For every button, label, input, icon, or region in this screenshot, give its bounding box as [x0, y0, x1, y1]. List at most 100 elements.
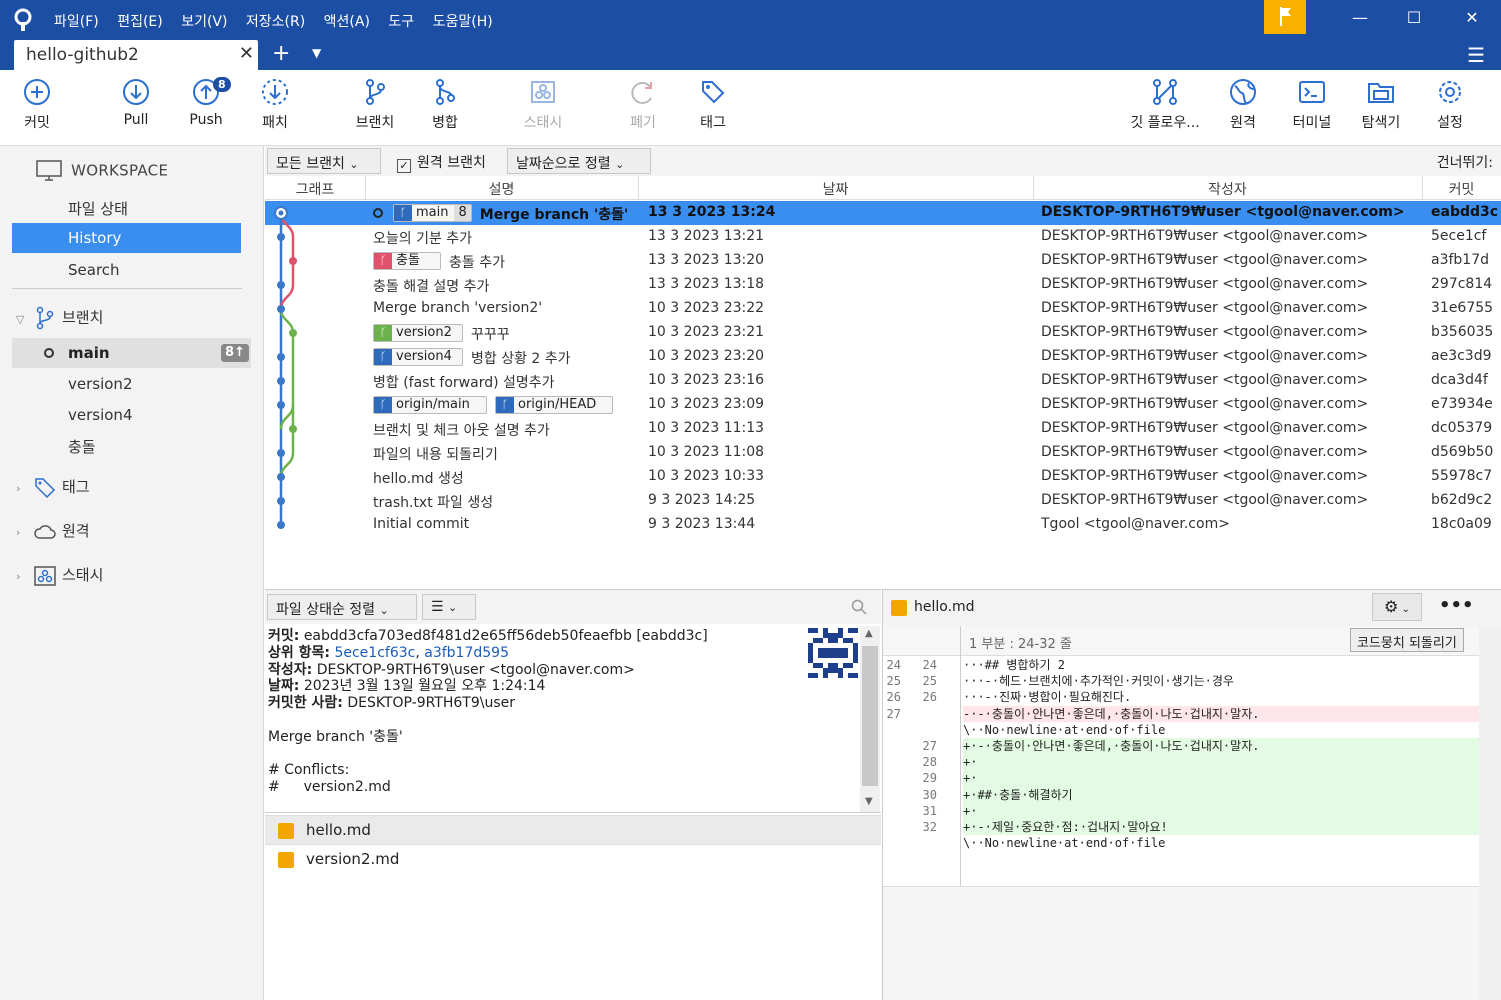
commit-row[interactable]: ᚴ origin/main ᚴ origin/HEAD 10 3 2023 23:09… — [265, 393, 1501, 417]
pull-button[interactable]: Pull — [101, 78, 171, 128]
branch-button[interactable]: 브랜치 — [340, 78, 410, 132]
graph-node — [277, 449, 285, 457]
menu-file[interactable]: 파일(F) — [54, 14, 99, 30]
details-scrollbar[interactable]: ▲ ▼ — [860, 626, 880, 812]
sidebar-branch-main[interactable]: main 8↑ — [12, 338, 251, 368]
tab-list-chevron-icon[interactable]: ▼ — [312, 46, 321, 60]
explorer-button[interactable]: 탐색기 — [1346, 78, 1416, 132]
commit-description: Initial commit — [373, 516, 470, 532]
new-line-number: 25 — [922, 674, 937, 689]
all-branches-dropdown[interactable]: 모든 브랜치 ⌄ — [267, 148, 381, 174]
tag-label: 태그 — [700, 115, 726, 131]
col-description[interactable]: 설명 — [365, 179, 638, 199]
terminal-button[interactable]: 터미널 — [1277, 78, 1347, 132]
col-commit[interactable]: 커밋 — [1422, 179, 1501, 199]
commit-button[interactable]: 커밋 — [2, 78, 72, 132]
sidebar-branch-version4[interactable]: version4 — [68, 406, 132, 424]
close-window-icon[interactable]: ✕ — [1462, 8, 1482, 27]
diff-line-added: 28 +· — [883, 754, 1479, 771]
file-row[interactable]: version2.md — [265, 845, 881, 875]
commit-row[interactable]: Merge branch 'version2' 10 3 2023 23:22 … — [265, 297, 1501, 321]
hamburger-menu-icon[interactable]: ☰ — [1467, 43, 1485, 67]
parent-link[interactable]: 5ece1cf63c — [334, 645, 415, 661]
title-bar: 파일(F) 편집(E) 보기(V) 저장소(R) 액션(A) 도구 도움말(H)… — [0, 0, 1501, 40]
date-label: 날짜: — [268, 678, 300, 695]
commit-row[interactable]: 충돌 해결 설명 추가 13 3 2023 13:18 DESKTOP-9RTH… — [265, 273, 1501, 297]
menu-repository[interactable]: 저장소(R) — [246, 14, 305, 30]
commit-row[interactable]: ᚴ version4 병합 상황 2 추가 10 3 2023 23:20 DESK… — [265, 345, 1501, 369]
workspace-header: WORKSPACE — [36, 160, 168, 182]
commit-row[interactable]: ᚴ version2 꾸꾸꾸 10 3 2023 23:21 DESKTOP-9RT… — [265, 321, 1501, 345]
parent-link[interactable]: a3fb17d595 — [424, 645, 509, 661]
commit-row[interactable]: 병합 (fast forward) 설명추가 10 3 2023 23:16 D… — [265, 369, 1501, 393]
more-options-icon[interactable]: ••• — [1439, 595, 1474, 616]
col-graph[interactable]: 그래프 — [265, 179, 365, 199]
commit-date: 10 3 2023 23:20 — [648, 348, 765, 364]
view-mode-dropdown[interactable]: ☰ ⌄ — [422, 594, 476, 620]
menu-help[interactable]: 도움말(H) — [433, 14, 493, 30]
sort-dropdown[interactable]: 날짜순으로 정렬 ⌄ — [507, 148, 651, 174]
commit-row[interactable]: Initial commit 9 3 2023 13:44 Tgool <tgo… — [265, 513, 1501, 537]
sidebar-branch-conflict[interactable]: 충돌 — [68, 436, 96, 457]
commit-row[interactable]: trash.txt 파일 생성 9 3 2023 14:25 DESKTOP-9… — [265, 489, 1501, 513]
sidebar-item-search[interactable]: Search — [68, 261, 120, 279]
commit-hash: eabdd3c — [1431, 204, 1499, 220]
commit-date: 10 3 2023 23:21 — [648, 324, 765, 340]
fetch-button[interactable]: 패치 — [240, 78, 310, 132]
commit-hash: b62d9c2 — [1431, 492, 1493, 508]
menu-tools[interactable]: 도구 — [388, 14, 414, 30]
tags-section[interactable]: › 태그 — [16, 476, 90, 499]
remote-branches-checkbox[interactable]: ✓ 원격 브랜치 — [397, 152, 486, 173]
git-flow-button[interactable]: 깃 플로우... — [1120, 78, 1210, 132]
diff-scrollbar[interactable] — [1479, 626, 1501, 1000]
menu-actions[interactable]: 액션(A) — [324, 14, 370, 30]
merge-icon — [436, 79, 455, 105]
scroll-down-icon[interactable]: ▼ — [865, 796, 873, 807]
sidebar-item-history[interactable]: History — [12, 223, 241, 253]
stashes-label: 스태시 — [62, 566, 104, 584]
settings-button[interactable]: 설정 — [1415, 78, 1485, 132]
sourcetree-logo-icon — [14, 8, 32, 31]
stashes-section[interactable]: › 스태시 — [16, 564, 103, 586]
close-tab-icon[interactable]: ✕ — [239, 43, 254, 64]
minimize-icon[interactable]: — — [1350, 8, 1370, 27]
repo-tab[interactable]: hello-github2 ✕ — [14, 40, 258, 70]
revert-hunk-button[interactable]: 코드뭉치 되돌리기 — [1350, 628, 1464, 652]
maximize-icon[interactable]: ☐ — [1404, 8, 1424, 27]
merge-button[interactable]: 병합 — [410, 78, 480, 132]
commit-description: ᚴ 충돌 충돌 추가 — [373, 252, 505, 272]
tag-button[interactable]: 태그 — [678, 78, 748, 132]
flag-button[interactable] — [1264, 0, 1306, 34]
remotes-section[interactable]: › 원격 — [16, 520, 90, 541]
scrollbar-thumb[interactable] — [862, 646, 878, 786]
col-author[interactable]: 작성자 — [1033, 179, 1422, 199]
commit-row[interactable]: ᚴ main 8 Merge branch '충돌' 13 3 2023 13:24 … — [265, 201, 1501, 225]
history-filter-bar: 모든 브랜치 ⌄ ✓ 원격 브랜치 날짜순으로 정렬 ⌄ 건너뛰기: — [265, 146, 1501, 176]
menu-view[interactable]: 보기(V) — [181, 14, 227, 30]
chevron-right-icon: › — [16, 482, 21, 495]
commit-row[interactable]: 브랜치 및 체크 아웃 설명 추가 10 3 2023 11:13 DESKTO… — [265, 417, 1501, 441]
file-row[interactable]: hello.md — [265, 815, 881, 845]
search-icon[interactable] — [851, 599, 867, 615]
file-sort-dropdown[interactable]: 파일 상태순 정렬 ⌄ — [267, 594, 417, 620]
push-count-badge: 8 — [213, 77, 231, 92]
sidebar-item-file-status[interactable]: 파일 상태 — [68, 198, 128, 219]
stash-button[interactable]: 스태시 — [508, 78, 578, 132]
new-tab-icon[interactable]: + — [272, 41, 290, 66]
terminal-label: 터미널 — [1292, 115, 1332, 131]
sidebar-divider — [12, 288, 242, 289]
commit-row[interactable]: ᚴ 충돌 충돌 추가 13 3 2023 13:20 DESKTOP-9RTH6T9… — [265, 249, 1501, 273]
branches-section[interactable]: ▽ 브랜치 — [16, 306, 103, 330]
remote-button[interactable]: 원격 — [1208, 78, 1278, 132]
graph-node — [278, 210, 284, 216]
diff-options-button[interactable]: ⚙ ⌄ — [1372, 593, 1422, 621]
discard-button[interactable]: 폐기 — [608, 78, 678, 132]
push-button[interactable]: 8 Push — [171, 77, 241, 128]
commit-row[interactable]: 오늘의 기분 추가 13 3 2023 13:21 DESKTOP-9RTH6T… — [265, 225, 1501, 249]
sidebar-branch-version2[interactable]: version2 — [68, 375, 132, 393]
scroll-up-icon[interactable]: ▲ — [865, 628, 873, 639]
col-date[interactable]: 날짜 — [638, 179, 1033, 199]
commit-row[interactable]: hello.md 생성 10 3 2023 10:33 DESKTOP-9RTH… — [265, 465, 1501, 489]
menu-edit[interactable]: 편집(E) — [117, 14, 163, 30]
commit-row[interactable]: 파일의 내용 되돌리기 10 3 2023 11:08 DESKTOP-9RTH… — [265, 441, 1501, 465]
